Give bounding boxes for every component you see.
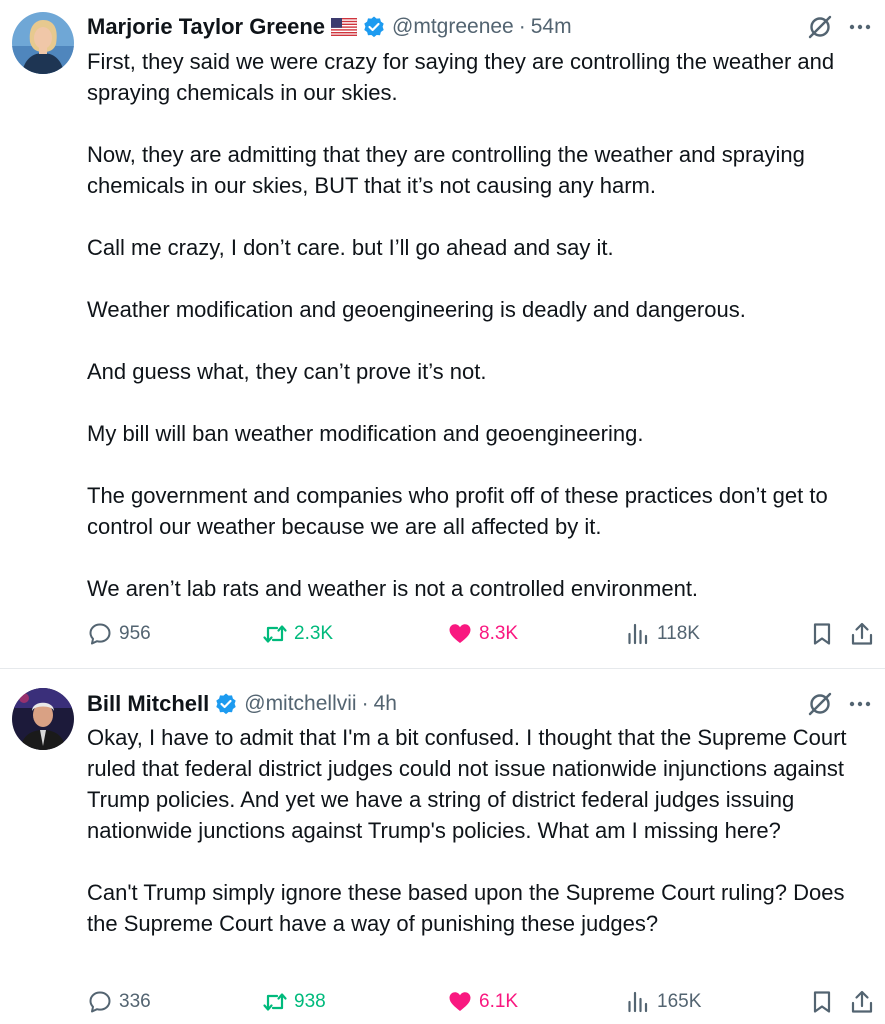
like-button[interactable]: 8.3K	[447, 617, 518, 651]
tweet-actions: 336 938 6.1K 165K	[87, 985, 873, 1019]
repost-count: 938	[294, 991, 326, 1012]
share-button[interactable]	[849, 985, 875, 1019]
verified-badge-icon[interactable]	[214, 692, 238, 716]
tweet-header: Bill Mitchell @mitchellvii · 4h	[87, 687, 873, 721]
bookmark-icon	[813, 991, 831, 1013]
bookmark-button[interactable]	[809, 617, 835, 651]
tweet-paragraph: Call me crazy, I don’t care. but I’ll go…	[87, 235, 614, 260]
repost-count: 2.3K	[294, 623, 334, 644]
reply-icon	[89, 623, 111, 645]
tweet-paragraph: My bill will ban weather modification an…	[87, 421, 644, 446]
header-actions	[807, 687, 873, 721]
tweet-paragraph: Now, they are admitting that they are co…	[87, 142, 805, 198]
heart-icon	[449, 992, 471, 1011]
share-icon	[851, 622, 873, 645]
like-count: 8.3K	[479, 623, 519, 644]
header-actions	[807, 10, 873, 44]
share-icon	[851, 990, 873, 1013]
separator-dot: ·	[518, 15, 526, 38]
author-name[interactable]: Bill Mitchell	[87, 691, 209, 717]
views-icon	[628, 991, 648, 1013]
timestamp[interactable]: 54m	[531, 15, 572, 39]
heart-icon	[449, 624, 471, 643]
tweet-paragraph: The government and companies who profit …	[87, 483, 828, 539]
repost-icon	[263, 625, 287, 643]
views-button[interactable]: 118K	[625, 617, 700, 651]
bookmark-icon	[813, 623, 831, 645]
reply-count: 336	[119, 991, 151, 1012]
author-handle[interactable]: @mtgreenee	[392, 15, 514, 39]
tweet-paragraph: Can't Trump simply ignore these based up…	[87, 880, 845, 936]
grok-icon[interactable]	[807, 14, 833, 40]
views-count: 118K	[657, 623, 700, 644]
tweet-paragraph: Weather modification and geoengineering …	[87, 297, 746, 322]
avatar[interactable]	[12, 12, 74, 74]
tweet-paragraph: And guess what, they can’t prove it’s no…	[87, 359, 487, 384]
author-handle[interactable]: @mitchellvii	[244, 692, 356, 716]
avatar[interactable]	[12, 688, 74, 750]
grok-icon[interactable]	[807, 691, 833, 717]
reply-count: 956	[119, 623, 151, 644]
tweet-paragraph: First, they said we were crazy for sayin…	[87, 49, 835, 105]
repost-icon	[263, 993, 287, 1011]
views-icon	[628, 623, 648, 645]
separator-dot: ·	[361, 692, 369, 715]
share-button[interactable]	[849, 617, 875, 651]
tweet-card[interactable]: Marjorie Taylor Greene @mtgreenee · 54m	[0, 0, 885, 669]
verified-badge-icon[interactable]	[362, 15, 386, 39]
more-icon[interactable]	[847, 691, 873, 717]
like-button[interactable]: 6.1K	[447, 985, 518, 1019]
repost-button[interactable]: 2.3K	[262, 617, 333, 651]
tweet-paragraph: Okay, I have to admit that I'm a bit con…	[87, 725, 847, 843]
repost-button[interactable]: 938	[262, 985, 326, 1019]
tweet-paragraph: We aren’t lab rats and weather is not a …	[87, 576, 699, 601]
tweet-actions: 956 2.3K 8.3K 118K	[87, 617, 873, 651]
reply-icon	[89, 991, 111, 1013]
tweet-header: Marjorie Taylor Greene @mtgreenee · 54m	[87, 10, 873, 44]
us-flag-icon	[330, 17, 358, 37]
more-icon[interactable]	[847, 14, 873, 40]
like-count: 6.1K	[479, 991, 519, 1012]
reply-button[interactable]: 336	[87, 985, 151, 1019]
views-count: 165K	[657, 991, 702, 1012]
tweet-text: Okay, I have to admit that I'm a bit con…	[87, 722, 871, 939]
bookmark-button[interactable]	[809, 985, 835, 1019]
views-button[interactable]: 165K	[625, 985, 701, 1019]
tweet-card[interactable]: Bill Mitchell @mitchellvii · 4h Okay, I …	[0, 669, 885, 1024]
reply-button[interactable]: 956	[87, 617, 151, 651]
tweet-text: First, they said we were crazy for sayin…	[87, 46, 871, 604]
timestamp[interactable]: 4h	[374, 692, 397, 716]
author-name[interactable]: Marjorie Taylor Greene	[87, 14, 325, 40]
